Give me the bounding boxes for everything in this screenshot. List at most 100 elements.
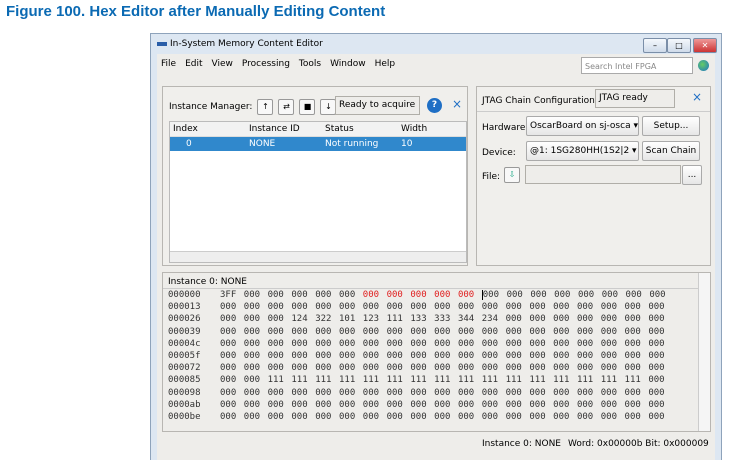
hex-cell[interactable]: 000 [363,400,387,410]
hex-cell[interactable]: 000 [315,388,339,398]
hex-cell[interactable]: 111 [387,375,411,385]
hex-cell[interactable]: 000 [648,339,672,349]
hex-cell[interactable]: 000 [315,339,339,349]
hex-cell[interactable]: 123 [363,314,387,324]
hex-cell[interactable]: 000 [315,290,339,300]
hex-cell[interactable]: 000 [553,388,577,398]
hex-cell[interactable]: 000 [530,290,554,300]
hex-cell[interactable]: 000 [506,327,530,337]
hex-cell[interactable]: 000 [244,363,268,373]
hex-cell[interactable]: 000 [577,339,601,349]
hex-cell[interactable]: 000 [482,388,506,398]
menu-processing[interactable]: Processing [242,59,290,69]
hex-cell[interactable]: 000 [363,302,387,312]
hex-cell[interactable]: 000 [648,388,672,398]
hex-cell[interactable]: 000 [648,302,672,312]
hex-cell[interactable]: 000 [482,363,506,373]
hex-cell[interactable]: 000 [648,327,672,337]
hex-cell[interactable]: 101 [339,314,363,324]
column-header[interactable]: Instance ID [246,122,322,137]
hex-cell[interactable]: 000 [506,400,530,410]
hex-cell[interactable]: 000 [553,400,577,410]
hex-cell[interactable]: 000 [339,339,363,349]
hex-cell[interactable]: 111 [601,375,625,385]
hex-cell[interactable]: 000 [434,339,458,349]
hex-cell[interactable]: 111 [553,375,577,385]
hex-cell[interactable]: 000 [410,400,434,410]
hex-cell[interactable]: 322 [315,314,339,324]
horizontal-scrollbar[interactable] [170,251,466,262]
hex-cell[interactable]: 000 [434,412,458,422]
vertical-scrollbar[interactable] [698,273,710,431]
hex-cell[interactable]: 000 [268,388,292,398]
hex-cell[interactable]: 000 [387,388,411,398]
hex-cell[interactable]: 000 [553,314,577,324]
hex-cell[interactable]: 000 [482,327,506,337]
hex-cell[interactable]: 000 [529,363,553,373]
hex-cell[interactable]: 000 [529,351,553,361]
hex-cell[interactable]: 000 [625,314,649,324]
hex-cell[interactable]: 000 [434,327,458,337]
hex-cell[interactable]: 000 [291,400,315,410]
hex-cell[interactable]: 000 [648,363,672,373]
hex-cell[interactable]: 000 [554,290,578,300]
hex-cell[interactable]: 000 [434,302,458,312]
hex-cell[interactable]: 000 [410,339,434,349]
hex-cell[interactable]: 000 [529,400,553,410]
hex-cell[interactable]: 000 [315,351,339,361]
hex-cell[interactable]: 000 [553,412,577,422]
hex-cell[interactable]: 344 [458,314,482,324]
hex-cell[interactable]: 000 [506,351,530,361]
close-panel-icon[interactable]: × [452,97,462,111]
hex-cell[interactable]: 000 [648,351,672,361]
hex-cell[interactable]: 000 [315,412,339,422]
hex-cell[interactable]: 000 [482,302,506,312]
hex-cell[interactable]: 000 [577,351,601,361]
hex-cell[interactable]: 000 [363,412,387,422]
hex-cell[interactable]: 000 [506,412,530,422]
hex-cell[interactable]: 000 [625,412,649,422]
hex-cell[interactable]: 000 [220,363,244,373]
hex-cell[interactable]: 000 [291,302,315,312]
table-row[interactable]: 0 NONE Not running 10 [170,136,466,151]
hex-cell[interactable]: 000 [268,290,292,300]
hex-cell[interactable]: 000 [387,412,411,422]
hex-cell[interactable]: 000 [410,412,434,422]
hex-cell[interactable]: 000 [339,327,363,337]
hex-cell[interactable]: 000 [244,412,268,422]
hex-cell[interactable]: 000 [577,412,601,422]
hex-cell[interactable]: 000 [339,400,363,410]
scan-chain-button[interactable]: Scan Chain [642,141,700,161]
hex-cell[interactable]: 000 [482,339,506,349]
hex-cell[interactable]: 000 [291,327,315,337]
hex-cell[interactable]: 000 [339,351,363,361]
minimize-button[interactable]: – [643,38,667,53]
hex-cell[interactable]: 000 [577,363,601,373]
hex-cell[interactable]: 000 [577,400,601,410]
hex-cell[interactable]: 000 [363,290,387,300]
hex-cell[interactable]: 000 [291,290,315,300]
column-header[interactable]: Width [398,122,466,137]
hex-cell[interactable]: 111 [339,375,363,385]
hex-cell[interactable]: 000 [648,314,672,324]
hex-cell[interactable]: 000 [220,314,244,324]
hex-cell[interactable]: 000 [434,400,458,410]
read-data-icon[interactable]: ↑ [257,99,274,115]
hex-cell[interactable]: 111 [410,375,434,385]
hex-cell[interactable]: 000 [410,388,434,398]
hex-cell[interactable]: 000 [268,400,292,410]
hex-cell[interactable]: 000 [220,388,244,398]
hex-cell[interactable]: 111 [625,375,649,385]
hex-cell[interactable]: 000 [268,339,292,349]
hex-cell[interactable]: 000 [506,314,530,324]
hex-cell[interactable]: 000 [434,388,458,398]
hex-cell[interactable]: 000 [601,314,625,324]
hex-cell[interactable]: 000 [220,412,244,422]
hex-cell[interactable]: 000 [577,314,601,324]
file-path-input[interactable] [525,165,681,184]
globe-icon[interactable] [698,60,709,71]
hex-cell[interactable]: 000 [482,400,506,410]
hex-cell[interactable]: 111 [363,375,387,385]
hex-cell[interactable]: 000 [601,351,625,361]
menu-window[interactable]: Window [330,59,366,69]
